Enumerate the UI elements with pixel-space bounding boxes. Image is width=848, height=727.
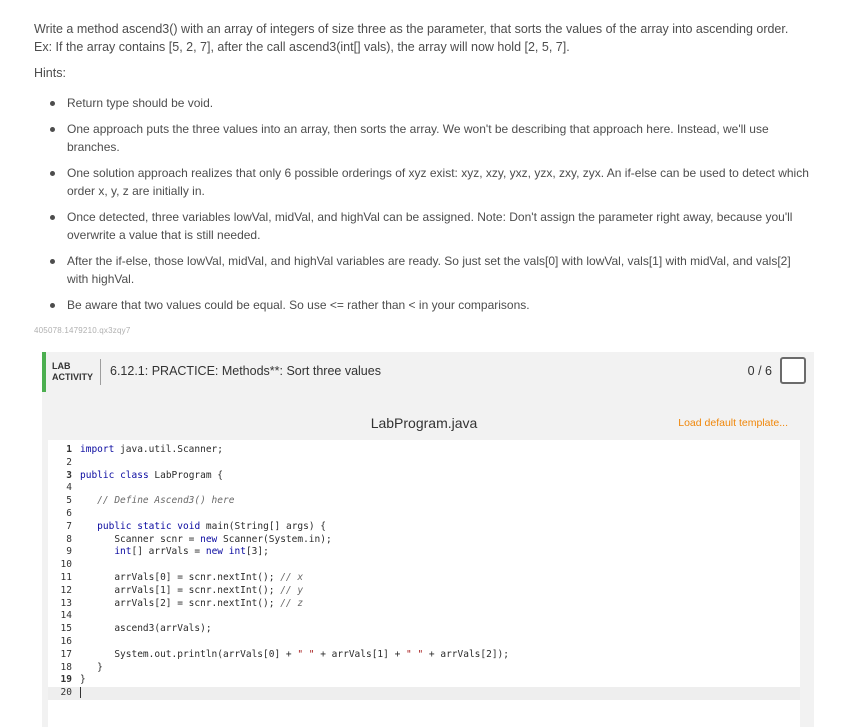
code-editor[interactable]: 1 import java.util.Scanner; 2 3 public class… [48,440,800,727]
code-line[interactable]: 9 int[] arrVals = new int[3]; [48,546,800,559]
code-line[interactable]: 8 Scanner scnr = new Scanner(System.in); [48,534,800,547]
line-number: 1 [66,444,72,455]
hint-text: Return type should be void. [67,96,214,110]
line-number: 12 [60,584,72,596]
file-bar: LabProgram.java Load default template... [42,392,814,440]
hint-item: Once detected, three variables lowVal, m… [50,208,810,244]
line-number: 16 [60,636,72,647]
code-text: import java.util.Scanner; [80,444,223,455]
code-line[interactable]: 5 // Define Ascend3() here [48,495,800,508]
line-number: 8 [66,533,72,545]
header-divider [100,359,101,385]
lab-activity-tag: LAB ACTIVITY [52,361,93,383]
lab-tag-line-2: ACTIVITY [52,372,94,382]
line-number: 6 [66,508,72,519]
code-line[interactable]: 4 [48,482,800,495]
line-number: 18 [60,661,72,673]
code-line[interactable]: 16 [48,636,800,649]
hints-list: Return type should be void. One approach… [50,94,810,322]
code-line[interactable]: 10 [48,559,800,572]
text-cursor [80,687,81,699]
code-text: arrVals[0] = scnr.nextInt(); // x [80,572,304,583]
line-number: 5 [66,495,72,507]
code-line[interactable]: 11 arrVals[0] = scnr.nextInt(); // x [48,572,800,585]
hint-text: After the if-else, those lowVal, midVal,… [67,254,791,286]
hint-text: Once detected, three variables lowVal, m… [67,210,793,242]
bullet-icon [50,101,55,106]
code-line[interactable]: 14 [48,610,800,623]
code-text: } [80,661,103,673]
tracking-id: 405078.1479210.qx3zqy7 [34,326,131,335]
code-line[interactable]: 20 [48,687,800,700]
completion-checkbox [780,357,806,384]
hint-item: One solution approach realizes that only… [50,164,810,200]
code-text: ascend3(arrVals); [80,623,212,635]
line-number: 17 [60,648,72,660]
code-line[interactable]: 3 public class LabProgram { [48,470,800,483]
lab-editor-panel: LabProgram.java Load default template...… [42,392,814,727]
problem-statement: Write a method ascend3() with an array o… [34,20,814,56]
code-line[interactable]: 13 arrVals[2] = scnr.nextInt(); // z [48,598,800,611]
line-number: 10 [60,559,72,571]
line-number: 4 [66,482,72,494]
line-number: 20 [60,687,72,699]
code-line[interactable]: 1 import java.util.Scanner; [48,444,800,457]
code-text: public class LabProgram { [80,469,224,481]
line-number: 11 [60,572,72,583]
line-number: 2 [66,456,72,468]
line-number: 14 [60,610,72,622]
line-number: 3 [66,469,72,481]
hint-item: One approach puts the three values into … [50,120,810,156]
bullet-icon [50,303,55,308]
hint-text: Be aware that two values could be equal.… [67,298,530,312]
code-line[interactable]: 15 ascend3(arrVals); [48,623,800,636]
code-text: arrVals[2] = scnr.nextInt(); // z [80,597,304,609]
code-text: Scanner scnr = new Scanner(System.in); [80,533,332,545]
hint-item: Be aware that two values could be equal.… [50,296,810,314]
line-number: 9 [66,546,72,558]
code-line[interactable]: 18 } [48,662,800,675]
line-number: 13 [60,597,72,609]
code-text: public static void main(String[] args) { [97,520,327,532]
lab-tag-line-1: LAB [52,361,71,371]
line-number: 19 [60,674,72,686]
bullet-icon [50,259,55,264]
line-number: 7 [66,520,72,532]
hints-heading: Hints: [34,66,66,80]
code-line[interactable]: 12 arrVals[1] = scnr.nextInt(); // y [48,585,800,598]
bullet-icon [50,127,55,132]
code-line[interactable]: 7 public static void main(String[] args)… [48,521,800,534]
lab-activity-header: LAB ACTIVITY 6.12.1: PRACTICE: Methods**… [42,352,814,392]
code-line[interactable]: 2 [48,457,800,470]
code-text: int[] arrVals = new int[3]; [114,546,269,558]
hint-text: One approach puts the three values into … [67,122,769,154]
code-text: System.out.println(arrVals[0] + " " + ar… [80,648,509,660]
code-line[interactable]: 17 System.out.println(arrVals[0] + " " +… [48,649,800,662]
lab-score: 0 / 6 [747,364,772,378]
lab-title: 6.12.1: PRACTICE: Methods**: Sort three … [110,364,381,378]
code-line[interactable]: 6 [48,508,800,521]
line-number: 15 [60,623,72,635]
code-text: // Define Ascend3() here [97,495,235,507]
code-text: } [80,674,86,686]
bullet-icon [50,171,55,176]
hint-text: One solution approach realizes that only… [67,166,809,198]
load-default-template-link[interactable]: Load default template... [678,417,788,429]
code-line[interactable]: 19} [48,674,800,687]
hint-item: Return type should be void. [50,94,810,112]
code-text [80,687,81,700]
bullet-icon [50,215,55,220]
code-text: arrVals[1] = scnr.nextInt(); // y [80,584,304,596]
hint-item: After the if-else, those lowVal, midVal,… [50,252,810,288]
problem-text-line-1: Write a method ascend3() with an array o… [34,22,789,36]
problem-text-line-2: Ex: If the array contains [5, 2, 7], aft… [34,40,570,54]
